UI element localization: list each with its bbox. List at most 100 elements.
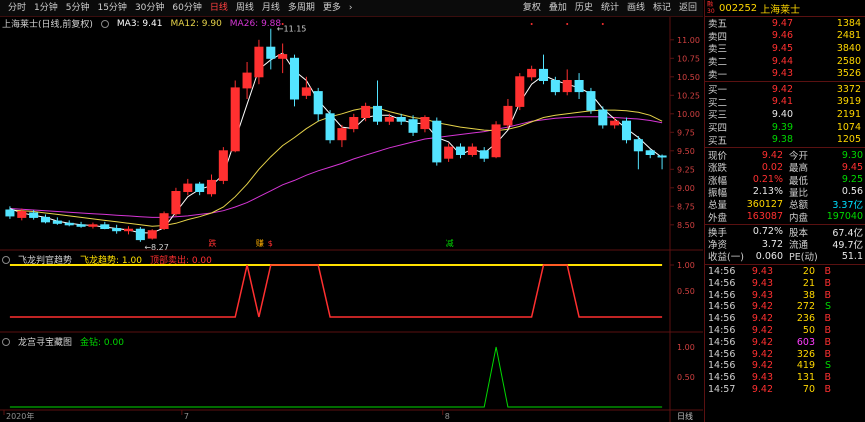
- tool-button[interactable]: 历史: [571, 2, 597, 15]
- sell-orders: 卖五 9.47 1384 卖四 9.46 2481 卖三 9.45 3840 卖二 9.44 2580…: [705, 17, 865, 81]
- tick-flag: B: [824, 313, 831, 325]
- tick-time: 14:56: [708, 289, 736, 301]
- tool-buttons: 复权 叠加 历史 统计 画线 标记 返回: [519, 2, 701, 15]
- buy-row[interactable]: 买五 9.38 1205: [705, 133, 865, 147]
- buy-row[interactable]: 买三 9.40 2191: [705, 108, 865, 122]
- candle-body: [64, 222, 74, 226]
- sell-row[interactable]: 卖五 9.47 1384: [705, 17, 865, 31]
- tool-button[interactable]: 统计: [597, 2, 623, 15]
- sell-row[interactable]: 卖二 9.44 2580: [705, 55, 865, 69]
- candle-body: [479, 150, 489, 159]
- quote-value: 51.1: [841, 250, 863, 262]
- stock-name[interactable]: 上海莱士: [760, 1, 800, 16]
- tick-time: 14:56: [708, 360, 736, 372]
- candle-body: [278, 54, 288, 59]
- period-tab[interactable]: 60分钟: [168, 2, 205, 15]
- tool-button[interactable]: 返回: [675, 2, 701, 15]
- tick-price: 9.42: [751, 301, 773, 313]
- buy-row[interactable]: 买四 9.39 1074: [705, 121, 865, 135]
- candle-body: [432, 120, 442, 163]
- tick-volume: 38: [802, 289, 815, 301]
- indicator2-settings-icon[interactable]: [2, 337, 10, 346]
- candle-body: [491, 124, 501, 158]
- candle-body: [610, 120, 620, 126]
- more-chevron-icon[interactable]: ›: [345, 2, 357, 15]
- quote-value: 163087: [746, 211, 783, 223]
- quote-value: 0.72%: [752, 226, 783, 238]
- tick-list[interactable]: 14:56 9.43 20 B 14:56 9.43 21 B 14:56 9.43 38 B 14:5…: [705, 266, 865, 396]
- quote-row: 现价 9.42 今开 9.30: [705, 149, 865, 163]
- candle-body: [147, 230, 157, 239]
- quote-value: 9.30: [841, 149, 863, 161]
- top-dot-marker: [601, 23, 604, 25]
- tick-row: 14:56 9.42 236 B: [705, 313, 865, 325]
- period-tab[interactable]: 日线: [206, 2, 232, 15]
- sell-row[interactable]: 卖四 9.46 2481: [705, 30, 865, 43]
- top-dot-marker: [281, 23, 284, 25]
- ma26-label: MA26: 9.88: [229, 18, 282, 29]
- period-tab[interactable]: 1分钟: [30, 2, 62, 15]
- stock-code[interactable]: 002252: [719, 3, 757, 14]
- candle-body: [206, 179, 217, 195]
- candle-body: [52, 220, 62, 224]
- tick-time: 14:56: [708, 348, 736, 360]
- kline-chart-svg[interactable]: 8.50 8.75 9.00 9.25 9.50 9.75 10.00 10.25 10.50 1…: [0, 17, 703, 422]
- candle-body: [455, 146, 466, 156]
- period-tab[interactable]: 15分钟: [93, 2, 130, 15]
- y-tick-label: 9.00: [677, 184, 695, 193]
- candle-body: [550, 80, 560, 93]
- quote-row: 换手 0.72% 股本 67.4亿: [705, 226, 865, 239]
- candle-body: [645, 150, 655, 156]
- tick-price: 9.42: [751, 324, 773, 336]
- tool-button[interactable]: 复权: [519, 2, 545, 15]
- settings-circle-icon[interactable]: [100, 19, 109, 28]
- tick-price: 9.43: [751, 277, 773, 289]
- quote-row: 涨幅 0.21% 最低 9.25: [705, 174, 865, 187]
- tick-volume: 272: [796, 301, 815, 313]
- candle-body: [527, 68, 537, 78]
- tick-row: 14:56 9.42 326 B: [705, 348, 865, 360]
- candle-body: [621, 120, 632, 141]
- sell-volume: 2580: [836, 55, 861, 67]
- candle-body: [372, 105, 383, 122]
- candle-body: [289, 57, 300, 100]
- candle-body: [183, 183, 193, 193]
- tool-button[interactable]: 叠加: [545, 2, 571, 15]
- indicator1-series1: 飞龙趋势: 1.00: [80, 256, 142, 266]
- period-tab[interactable]: 周线: [232, 2, 258, 15]
- tick-row: 14:56 9.42 272 S: [705, 301, 865, 313]
- period-tab[interactable]: 5分钟: [62, 2, 94, 15]
- ma26-line: [9, 116, 663, 218]
- candle-body: [17, 210, 27, 218]
- quote-value: 9.25: [841, 174, 863, 186]
- tool-button[interactable]: 标记: [649, 2, 675, 15]
- tick-row: 14:56 9.43 20 B: [705, 266, 865, 278]
- tick-price: 9.42: [751, 348, 773, 360]
- quote-panel: 融 30 002252 上海莱士 卖五 9.47 1384 卖四 9.46 2481 卖三 9.…: [704, 0, 865, 422]
- buy-price: 9.40: [771, 108, 793, 120]
- period-tab[interactable]: 月线: [258, 2, 284, 15]
- gold-diamond-line: [9, 346, 663, 408]
- tick-volume: 21: [802, 277, 815, 289]
- y-tick-label: 8.75: [677, 202, 695, 211]
- tick-row: 14:57 9.42 70 B: [705, 384, 865, 396]
- top-sell-line: [9, 264, 663, 318]
- period-tab[interactable]: 更多: [319, 2, 345, 15]
- sell-row[interactable]: 卖一 9.43 3526: [705, 67, 865, 81]
- buy-row[interactable]: 买一 9.42 3372: [705, 83, 865, 97]
- period-tab[interactable]: 多周期: [284, 2, 319, 15]
- candle-body: [538, 68, 549, 82]
- candle-body: [657, 155, 667, 158]
- buy-row[interactable]: 买二 9.41 3919: [705, 96, 865, 109]
- tool-button[interactable]: 画线: [623, 2, 649, 15]
- period-tab[interactable]: 分时: [4, 2, 30, 15]
- tick-time: 14:57: [708, 383, 736, 395]
- tick-price: 9.42: [751, 313, 773, 325]
- tick-flag: B: [824, 348, 831, 360]
- sell-row[interactable]: 卖三 9.45 3840: [705, 42, 865, 56]
- candle-body: [349, 117, 359, 130]
- tick-price: 9.43: [751, 266, 773, 277]
- indicator1-legend: 飞龙判官趋势 飞龙趋势: 1.00 顶部卖出: 0.00: [2, 253, 212, 266]
- period-tab[interactable]: 30分钟: [131, 2, 168, 15]
- indicator1-settings-icon[interactable]: [2, 255, 10, 264]
